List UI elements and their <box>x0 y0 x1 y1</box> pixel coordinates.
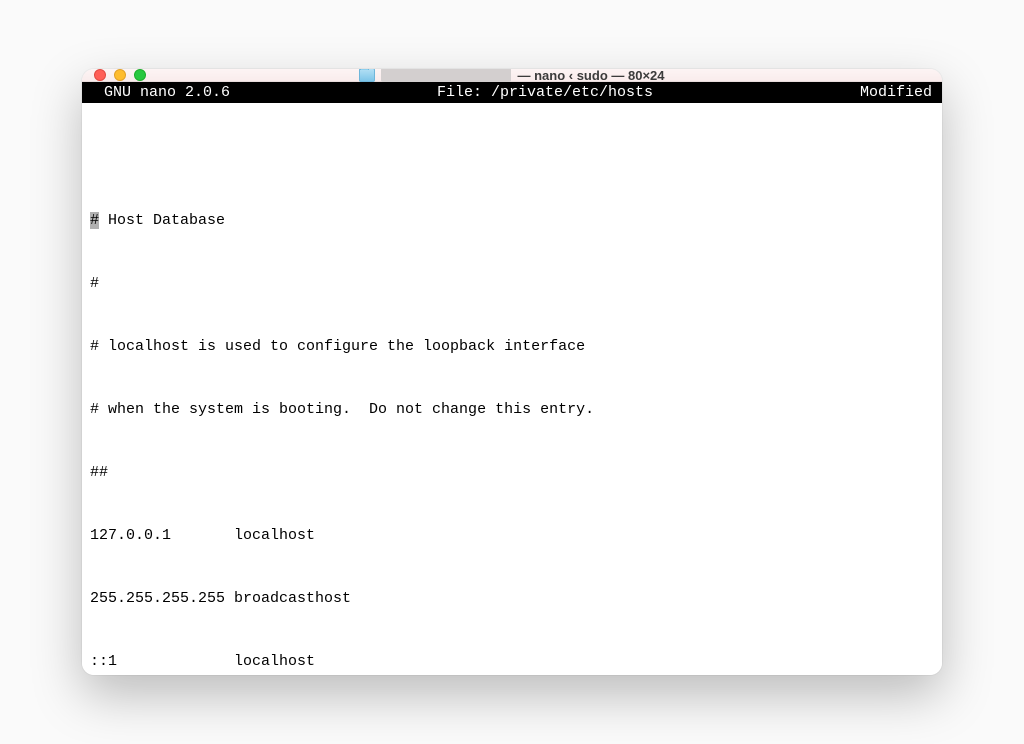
window-titlebar: — nano ‹ sudo — 80×24 <box>82 69 942 82</box>
nano-status: Modified <box>860 82 934 103</box>
nano-file-label: File: /private/etc/hosts <box>230 82 860 103</box>
editor-content[interactable]: # Host Database # # localhost is used to… <box>82 103 942 675</box>
maximize-icon[interactable] <box>134 69 146 81</box>
minimize-icon[interactable] <box>114 69 126 81</box>
nano-header: GNU nano 2.0.6 File: /private/etc/hosts … <box>82 82 942 103</box>
window-title: — nano ‹ sudo — 80×24 <box>82 69 942 83</box>
close-icon[interactable] <box>94 69 106 81</box>
editor-line: 127.0.0.1 localhost <box>90 525 934 546</box>
editor-line: 255.255.255.255 broadcasthost <box>90 588 934 609</box>
nano-app-name: GNU nano 2.0.6 <box>90 82 230 103</box>
folder-icon <box>359 69 375 82</box>
editor-line: ::1 localhost <box>90 651 934 672</box>
redacted-segment <box>381 69 511 82</box>
editor-line: # localhost is used to configure the loo… <box>90 336 934 357</box>
terminal-body[interactable]: GNU nano 2.0.6 File: /private/etc/hosts … <box>82 82 942 675</box>
editor-line: # Host Database <box>90 210 934 231</box>
cursor: # <box>90 212 99 229</box>
terminal-window: — nano ‹ sudo — 80×24 GNU nano 2.0.6 Fil… <box>82 69 942 675</box>
window-title-text: — nano ‹ sudo — 80×24 <box>517 69 664 83</box>
editor-line: ## <box>90 462 934 483</box>
editor-line: # when the system is booting. Do not cha… <box>90 399 934 420</box>
editor-line: # <box>90 273 934 294</box>
traffic-lights <box>94 69 146 81</box>
